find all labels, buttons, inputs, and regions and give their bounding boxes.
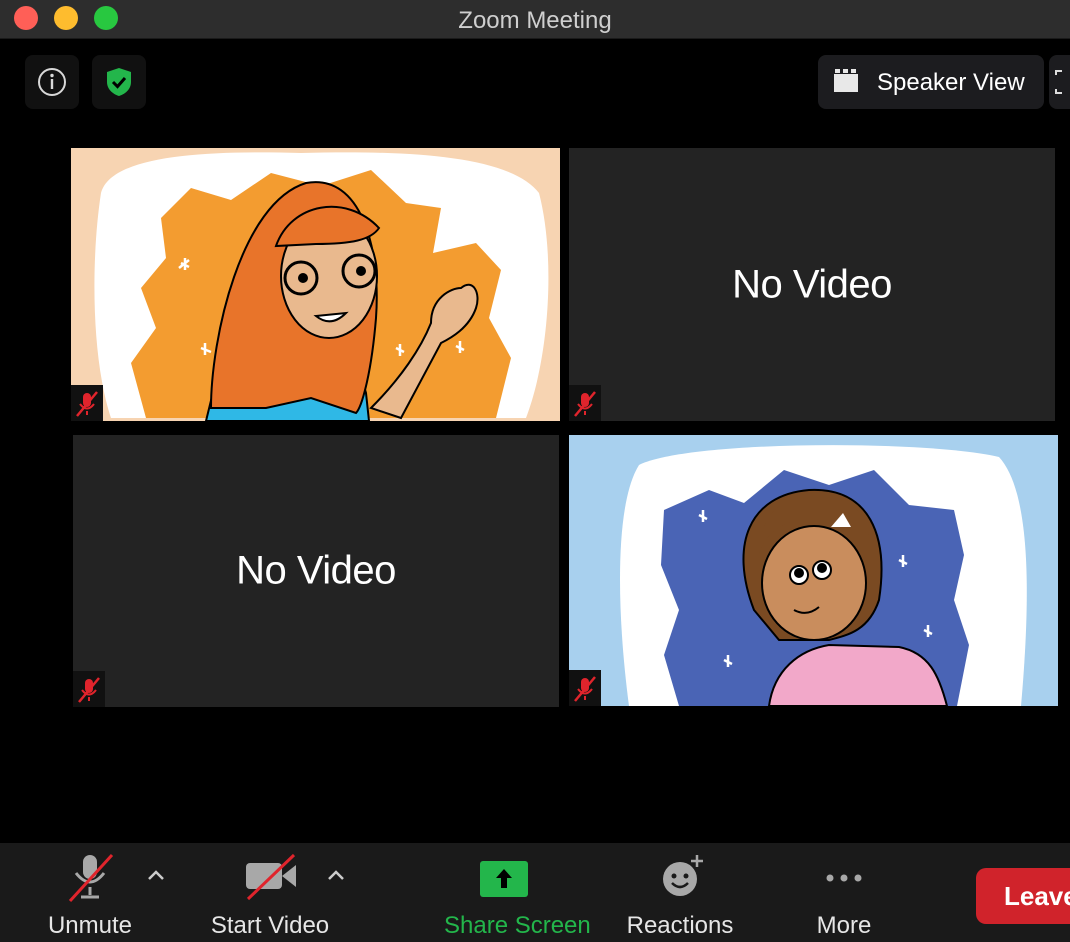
caret-up-icon[interactable] xyxy=(326,865,346,885)
speaker-view-button[interactable]: Speaker View xyxy=(818,55,1044,109)
muted-badge xyxy=(71,385,103,421)
mic-muted-icon xyxy=(68,853,114,903)
participant-tile-3[interactable]: No Video xyxy=(73,435,559,707)
muted-badge xyxy=(73,671,105,707)
no-video-label: No Video xyxy=(732,262,892,306)
participant-tile-1[interactable] xyxy=(71,148,560,421)
reactions-label: Reactions xyxy=(626,912,734,939)
fullscreen-button[interactable] xyxy=(1049,55,1070,109)
participant-tile-4[interactable] xyxy=(569,435,1058,706)
start-video-button[interactable]: Start Video xyxy=(211,843,329,942)
reactions-button[interactable]: Reactions xyxy=(627,843,733,942)
participant-avatar-image xyxy=(619,445,1027,706)
mic-muted-icon xyxy=(78,677,100,703)
info-icon xyxy=(38,68,66,96)
caret-up-icon[interactable] xyxy=(146,865,166,885)
mic-muted-icon xyxy=(574,391,596,417)
muted-badge xyxy=(569,385,601,421)
title-bar: Zoom Meeting xyxy=(0,0,1070,39)
leave-button[interactable]: Leave xyxy=(976,868,1070,924)
shield-check-icon xyxy=(107,68,131,96)
no-video-label: No Video xyxy=(236,548,396,593)
unmute-label: Unmute xyxy=(47,912,133,939)
participant-tile-2[interactable]: No Video xyxy=(569,148,1055,421)
video-off-icon xyxy=(246,853,296,901)
speaker-view-label: Speaker View xyxy=(877,69,1025,96)
mic-muted-icon xyxy=(76,391,98,417)
muted-badge xyxy=(569,670,601,706)
meeting-area: Speaker View No Video No Video xyxy=(0,39,1070,843)
participant-avatar-image xyxy=(94,152,549,421)
mic-muted-icon xyxy=(574,676,596,702)
meeting-info-button[interactable] xyxy=(25,55,79,109)
more-button[interactable]: More xyxy=(804,843,884,942)
window-title: Zoom Meeting xyxy=(458,7,612,34)
share-screen-button[interactable]: Share Screen xyxy=(444,843,591,942)
start-video-label: Start Video xyxy=(210,912,330,939)
security-button[interactable] xyxy=(92,55,146,109)
share-arrow-icon xyxy=(480,861,528,897)
more-icon xyxy=(826,874,862,882)
meeting-toolbar: Unmute Start Video Share Screen Reaction… xyxy=(0,843,1070,942)
more-label: More xyxy=(816,912,872,939)
grid-icon xyxy=(834,69,858,92)
reactions-icon xyxy=(663,855,703,896)
share-screen-label: Share Screen xyxy=(444,912,591,939)
fullscreen-icon xyxy=(1055,70,1062,94)
leave-label: Leave xyxy=(1004,881,1070,911)
unmute-button[interactable]: Unmute xyxy=(48,843,132,942)
